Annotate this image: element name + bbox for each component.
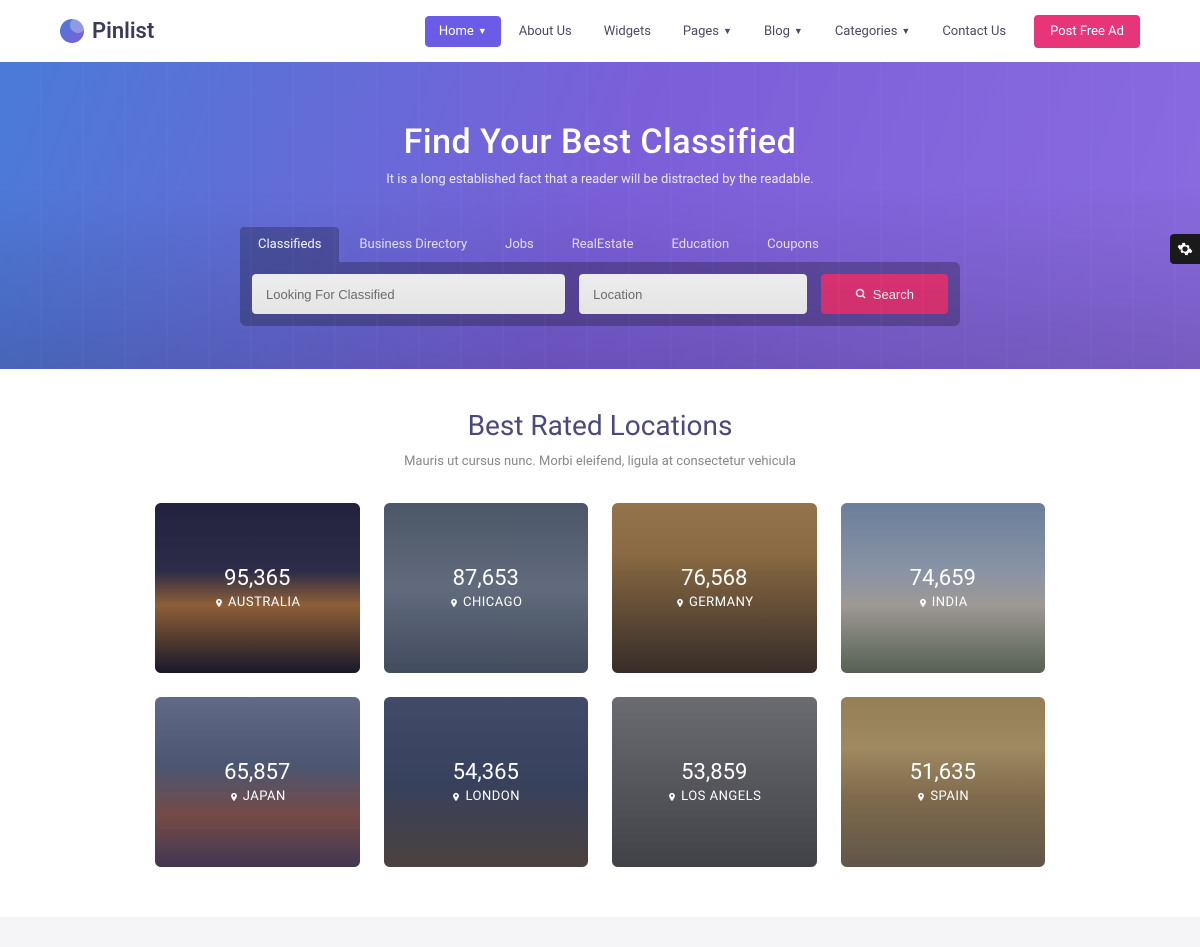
hero-subtitle: It is a long established fact that a rea…	[386, 172, 813, 187]
location-card-london[interactable]: 54,365 LONDON	[384, 697, 589, 867]
card-count: 65,857	[224, 760, 290, 785]
search-icon	[855, 288, 867, 300]
location-card-australia[interactable]: 95,365 AUSTRALIA	[155, 503, 360, 673]
header: Pinlist Home▼About UsWidgetsPages▼Blog▼C…	[0, 0, 1200, 62]
gear-icon	[1177, 241, 1193, 257]
search-input[interactable]	[252, 274, 565, 314]
search-button-label: Search	[873, 287, 914, 302]
card-count: 74,659	[910, 566, 976, 591]
tab-classifieds[interactable]: Classifieds	[240, 227, 339, 262]
location-card-germany[interactable]: 76,568 GERMANY	[612, 503, 817, 673]
card-count: 87,653	[453, 566, 519, 591]
nav-item-label: Widgets	[604, 24, 651, 39]
locations-grid: 95,365 AUSTRALIA 87,653 CHICAGO 76,568 GERMAN…	[155, 503, 1045, 867]
nav-item-label: Pages	[683, 24, 719, 39]
tab-jobs[interactable]: Jobs	[487, 227, 552, 262]
post-ad-button[interactable]: Post Free Ad	[1034, 15, 1140, 48]
location-card-japan[interactable]: 65,857 JAPAN	[155, 697, 360, 867]
settings-button[interactable]	[1170, 234, 1200, 264]
pin-icon	[451, 792, 461, 802]
nav-item-pages[interactable]: Pages ▼	[669, 16, 746, 47]
pin-icon	[229, 792, 239, 802]
card-name: INDIA	[918, 595, 968, 610]
nav-item-label: Home	[439, 24, 474, 39]
hero: Find Your Best Classified It is a long e…	[0, 62, 1200, 369]
search-row: Search	[240, 262, 960, 326]
nav-item-blog[interactable]: Blog ▼	[750, 16, 817, 47]
search-box: ClassifiedsBusiness DirectoryJobsRealEst…	[240, 227, 960, 326]
location-card-los-angels[interactable]: 53,859 LOS ANGELS	[612, 697, 817, 867]
tab-realestate[interactable]: RealEstate	[554, 227, 652, 262]
nav-item-label: Categories	[835, 24, 898, 39]
pin-icon	[214, 598, 224, 608]
pin-icon	[916, 792, 926, 802]
card-count: 95,365	[224, 566, 290, 591]
chevron-down-icon: ▼	[478, 26, 487, 37]
card-name: LOS ANGELS	[667, 789, 761, 804]
tab-coupons[interactable]: Coupons	[749, 227, 837, 262]
chevron-down-icon: ▼	[901, 26, 910, 37]
card-name: GERMANY	[675, 595, 754, 610]
pin-icon	[667, 792, 677, 802]
card-name: JAPAN	[229, 789, 286, 804]
card-count: 51,635	[910, 760, 976, 785]
locations-section: Best Rated Locations Mauris ut cursus nu…	[0, 369, 1200, 917]
main-nav: Home▼About UsWidgetsPages▼Blog▼Categorie…	[425, 15, 1140, 48]
pin-icon	[675, 598, 685, 608]
nav-item-label: Contact Us	[942, 24, 1006, 39]
location-card-india[interactable]: 74,659 INDIA	[841, 503, 1046, 673]
nav-item-widgets[interactable]: Widgets	[590, 16, 665, 47]
card-count: 53,859	[681, 760, 747, 785]
brand-name: Pinlist	[92, 19, 154, 44]
location-card-chicago[interactable]: 87,653 CHICAGO	[384, 503, 589, 673]
nav-item-about-us[interactable]: About Us	[505, 16, 586, 47]
search-tabs: ClassifiedsBusiness DirectoryJobsRealEst…	[240, 227, 960, 262]
tab-education[interactable]: Education	[654, 227, 748, 262]
card-name: CHICAGO	[449, 595, 522, 610]
card-count: 76,568	[681, 566, 747, 591]
nav-item-label: About Us	[519, 24, 572, 39]
chevron-down-icon: ▼	[794, 26, 803, 37]
card-name: AUSTRALIA	[214, 595, 300, 610]
logo[interactable]: Pinlist	[60, 19, 154, 44]
search-button[interactable]: Search	[821, 274, 948, 314]
chevron-down-icon: ▼	[723, 26, 732, 37]
locations-title: Best Rated Locations	[0, 409, 1200, 442]
tab-business-directory[interactable]: Business Directory	[341, 227, 485, 262]
location-card-spain[interactable]: 51,635 SPAIN	[841, 697, 1046, 867]
card-name: SPAIN	[916, 789, 969, 804]
nav-item-home[interactable]: Home ▼	[425, 16, 501, 47]
logo-icon	[60, 19, 84, 43]
pin-icon	[918, 598, 928, 608]
location-input[interactable]	[579, 274, 807, 314]
nav-item-categories[interactable]: Categories▼	[821, 16, 924, 47]
card-name: LONDON	[451, 789, 520, 804]
hero-title: Find Your Best Classified	[404, 122, 797, 162]
pin-icon	[449, 598, 459, 608]
footer-strip	[0, 917, 1200, 947]
locations-subtitle: Mauris ut cursus nunc. Morbi eleifend, l…	[0, 454, 1200, 469]
nav-item-label: Blog	[764, 24, 790, 39]
nav-item-contact-us[interactable]: Contact Us	[928, 16, 1020, 47]
card-count: 54,365	[453, 760, 519, 785]
